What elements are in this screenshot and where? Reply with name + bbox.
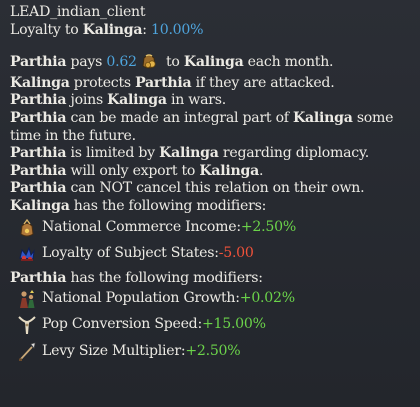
term-subject: Parthia — [10, 180, 67, 197]
payment-overlord: Kalinga — [183, 54, 244, 71]
modifier-label: National Population Growth: — [42, 289, 240, 306]
term-line: Parthia can be made an integral part of … — [10, 110, 411, 145]
modifier-value: +2.50% — [240, 218, 296, 235]
term-text-end: in wars. — [166, 92, 226, 109]
term-object: Kalinga — [159, 145, 219, 162]
modifier-row: Pop Conversion Speed: +15.00% — [10, 313, 411, 337]
term-line: Parthia can NOT cancel this relation on … — [10, 180, 411, 198]
loyalty-crown-icon — [16, 243, 38, 265]
loyalty-label: Loyalty to — [10, 21, 83, 38]
payment-amount: 0.62 — [106, 54, 137, 71]
term-subject: Kalinga — [10, 74, 70, 91]
modifier-value: +2.50% — [185, 343, 241, 360]
term-text-end: regarding diplomacy. — [218, 145, 370, 162]
levy-spear-icon — [16, 341, 38, 363]
term-object: Kalinga — [293, 109, 353, 126]
subject-modifiers-heading: Parthia has the following modifiers: — [10, 270, 411, 288]
modifier-label: Pop Conversion Speed: — [42, 316, 202, 333]
term-text-end: . — [258, 162, 264, 179]
term-line: Kalinga protects Parthia if they are att… — [10, 75, 411, 93]
loyalty-value: 10.00% — [151, 21, 204, 38]
payment-subject: Parthia — [10, 54, 67, 71]
term-text: protects — [69, 74, 136, 91]
ai-tag-text: LEAD_indian_client — [10, 4, 146, 20]
term-object: Kalinga — [199, 162, 259, 179]
term-text-end: if they are attacked. — [191, 74, 335, 91]
payment-pays-text: pays — [66, 54, 107, 71]
payment-period: each month. — [243, 54, 334, 71]
subject-modifiers-heading-text: has the following modifiers: — [66, 269, 264, 286]
term-line: Parthia will only export to Kalinga. — [10, 163, 411, 181]
term-subject: Parthia — [10, 92, 67, 109]
term-line: Parthia joins Kalinga in wars. — [10, 92, 411, 110]
modifier-row: National Population Growth: +0.02% — [10, 287, 411, 310]
overlord-modifiers-heading-text: has the following modifiers: — [69, 197, 267, 214]
term-subject: Parthia — [10, 145, 67, 162]
term-object: Kalinga — [107, 92, 167, 109]
modifier-label: National Commerce Income: — [42, 218, 241, 235]
overlord-name: Kalinga — [82, 21, 143, 38]
payment-line: Parthia pays 0.62 to Kalinga each month. — [10, 52, 411, 72]
modifier-row: Loyalty of Subject States: -5.00 — [10, 242, 411, 266]
ai-tag: LEAD_indian_client — [10, 4, 411, 22]
loyalty-sep: : — [142, 21, 152, 38]
commerce-pouch-icon — [16, 217, 38, 239]
term-subject: Parthia — [10, 162, 67, 179]
overlord-modifiers-heading: Kalinga has the following modifiers: — [10, 198, 411, 216]
term-text: joins — [66, 92, 108, 109]
modifier-row: National Commerce Income: +2.50% — [10, 216, 411, 240]
modifier-label: Levy Size Multiplier: — [42, 343, 186, 360]
term-object: Parthia — [135, 74, 192, 91]
term-text: can NOT cancel this relation on their ow… — [66, 180, 365, 197]
term-text: will only export to — [66, 162, 200, 179]
modifier-row: Levy Size Multiplier: +2.50% — [10, 340, 411, 364]
modifier-value: +15.00% — [201, 316, 266, 333]
term-line: Parthia is limited by Kalinga regarding … — [10, 145, 411, 163]
loyalty-line: Loyalty to Kalinga: 10.00% — [10, 22, 411, 40]
payment-to-text: to — [161, 54, 184, 71]
population-growth-icon — [16, 288, 38, 310]
gold-coins-icon — [140, 52, 158, 70]
modifier-value: +0.02% — [239, 289, 295, 306]
subject-relation-tooltip: LEAD_indian_client Loyalty to Kalinga: 1… — [0, 0, 420, 407]
pop-conversion-icon — [16, 314, 38, 336]
subject-modifiers-owner: Parthia — [10, 269, 67, 286]
term-text: can be made an integral part of — [66, 109, 294, 126]
modifier-label: Loyalty of Subject States: — [42, 244, 219, 261]
term-text: is limited by — [66, 145, 160, 162]
overlord-modifiers-owner: Kalinga — [10, 197, 70, 214]
term-subject: Parthia — [10, 109, 67, 126]
modifier-value: -5.00 — [218, 244, 254, 261]
